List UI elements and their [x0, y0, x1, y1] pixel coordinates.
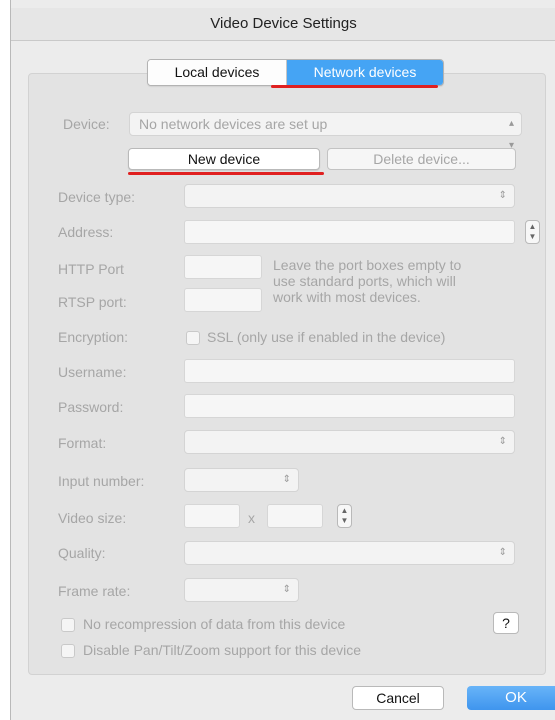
chevron-updown-icon: ⇕ — [498, 190, 507, 201]
password-label: Password: — [58, 399, 124, 415]
http-port-label: HTTP Port — [58, 261, 124, 277]
address-stepper[interactable]: ▲ ▼ — [525, 220, 540, 244]
username-input[interactable] — [184, 359, 515, 383]
no-recompression-label: No recompression of data from this devic… — [83, 616, 346, 632]
username-label: Username: — [58, 364, 127, 380]
encryption-label: Encryption: — [58, 329, 129, 345]
no-recompression-checkbox[interactable] — [61, 618, 75, 632]
quality-select[interactable]: ⇕ — [184, 541, 515, 565]
port-hint-line-1: Leave the port boxes empty to — [273, 257, 462, 273]
video-size-stepper[interactable]: ▲ ▼ — [337, 504, 352, 528]
video-width-input[interactable] — [184, 504, 240, 528]
device-select-value: No network devices are set up — [139, 116, 328, 132]
input-number-label: Input number: — [58, 473, 145, 489]
device-select[interactable]: No network devices are set up ▴ ▾ — [129, 112, 522, 151]
chevron-updown-icon: ▴ ▾ — [508, 118, 514, 151]
chevron-updown-icon: ⇕ — [498, 547, 507, 558]
video-height-input[interactable] — [267, 504, 323, 528]
device-label: Device: — [63, 116, 110, 132]
tab-network-devices[interactable]: Network devices — [287, 60, 443, 85]
video-size-x-label: x — [248, 510, 255, 526]
help-button[interactable]: ? — [493, 612, 519, 634]
port-hint-line-3: work with most devices. — [273, 289, 421, 305]
format-select[interactable]: ⇕ — [184, 430, 515, 454]
quality-label: Quality: — [58, 545, 106, 561]
disable-ptz-checkbox[interactable] — [61, 644, 75, 658]
annotation-underline-network — [271, 85, 438, 88]
video-size-label: Video size: — [58, 510, 127, 526]
ssl-checkbox[interactable] — [186, 331, 200, 345]
address-label: Address: — [58, 224, 114, 240]
tab-local-devices[interactable]: Local devices — [148, 60, 287, 85]
new-device-button[interactable]: New device — [128, 148, 320, 170]
port-hint-line-2: use standard ports, which will — [273, 273, 456, 289]
disable-ptz-label: Disable Pan/Tilt/Zoom support for this d… — [83, 642, 362, 658]
delete-device-button[interactable]: Delete device... — [327, 148, 516, 170]
device-type-select[interactable]: ⇕ — [184, 184, 515, 208]
annotation-underline-new-device — [128, 172, 324, 175]
input-number-select[interactable]: ⇕ — [184, 468, 299, 492]
format-label: Format: — [58, 435, 107, 451]
rtsp-port-input[interactable] — [184, 288, 262, 312]
device-type-label: Device type: — [58, 189, 136, 205]
frame-rate-label: Frame rate: — [58, 583, 131, 599]
chevron-updown-icon: ⇕ — [282, 474, 291, 485]
password-input[interactable] — [184, 394, 515, 418]
frame-rate-select[interactable]: ⇕ — [184, 578, 299, 602]
chevron-updown-icon: ⇕ — [282, 584, 291, 595]
cancel-button[interactable]: Cancel — [352, 686, 444, 710]
http-port-input[interactable] — [184, 255, 262, 279]
address-input[interactable] — [184, 220, 515, 244]
ok-button[interactable]: OK — [467, 686, 555, 710]
device-tabs: Local devices Network devices — [147, 59, 444, 86]
rtsp-port-label: RTSP port: — [58, 294, 127, 310]
ssl-label: SSL (only use if enabled in the device) — [207, 329, 446, 345]
window-title: Video Device Settings — [11, 8, 555, 41]
settings-window: Video Device Settings Local devices Netw… — [10, 0, 555, 720]
chevron-updown-icon: ⇕ — [498, 436, 507, 447]
